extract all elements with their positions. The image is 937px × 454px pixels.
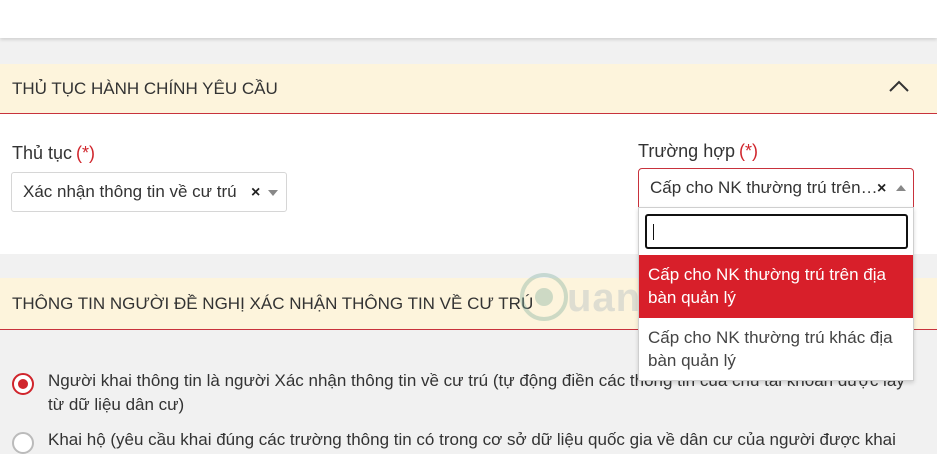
- procedure-label: Thủ tục (*): [12, 143, 96, 163]
- dropdown-option[interactable]: Cấp cho NK thường trú khác địa bàn quản …: [639, 318, 913, 380]
- admin-procedure-section-header[interactable]: THỦ TỤC HÀNH CHÍNH YÊU CẦU: [0, 64, 937, 114]
- procedure-select-value: Xác nhận thông tin về cư trú: [23, 182, 237, 201]
- chevron-down-icon[interactable]: [268, 190, 278, 196]
- required-mark: (*): [739, 141, 759, 161]
- case-dropdown: Cấp cho NK thường trú trên địa bàn quản …: [638, 207, 914, 381]
- section-title: THỦ TỤC HÀNH CHÍNH YÊU CẦU: [12, 79, 278, 98]
- dropdown-option[interactable]: Cấp cho NK thường trú trên địa bàn quản …: [639, 255, 913, 318]
- case-select-value: Cấp cho NK thường trú trên …: [650, 178, 878, 197]
- required-mark: (*): [76, 143, 96, 163]
- declarant-proxy-label: Khai hộ (yêu cầu khai đúng các trường th…: [48, 430, 896, 449]
- case-label: Trường hợp (*): [638, 141, 759, 161]
- clear-icon[interactable]: ×: [877, 181, 886, 197]
- chevron-up-icon[interactable]: [896, 185, 906, 191]
- procedure-select[interactable]: Xác nhận thông tin về cư trú ×: [11, 172, 287, 212]
- top-card: [0, 0, 937, 38]
- case-select[interactable]: Cấp cho NK thường trú trên … ×: [638, 168, 914, 208]
- chevron-up-icon[interactable]: [888, 78, 910, 94]
- dropdown-search-input[interactable]: [645, 214, 908, 249]
- declarant-proxy-radio[interactable]: [12, 432, 34, 454]
- clear-icon[interactable]: ×: [251, 185, 260, 201]
- declarant-self-radio[interactable]: [12, 373, 34, 395]
- watermark-logo-icon: [520, 273, 568, 321]
- text-cursor: [653, 224, 654, 240]
- section-title: THÔNG TIN NGƯỜI ĐỀ NGHỊ XÁC NHẬN THÔNG T…: [12, 294, 534, 313]
